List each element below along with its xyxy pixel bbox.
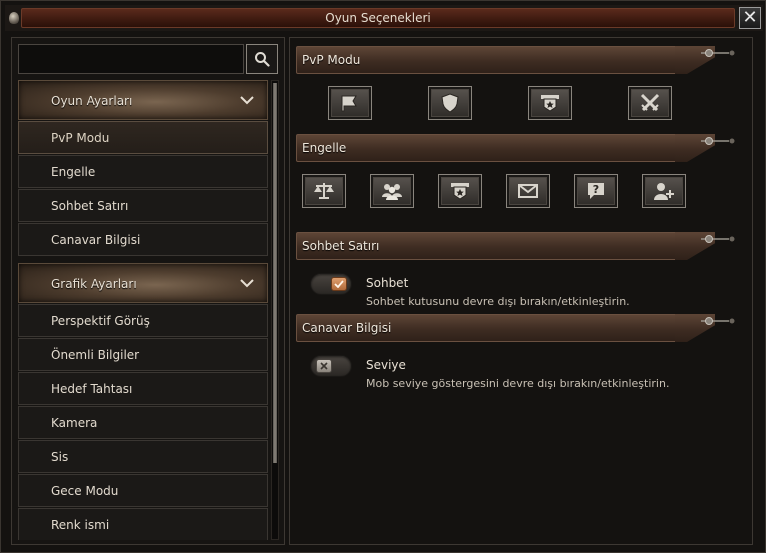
category-label: Grafik Ayarları <box>51 277 137 291</box>
guild-banner-icon <box>541 95 559 112</box>
sidebar-item-label: Gece Modu <box>51 484 119 498</box>
title-strip: Oyun Seçenekleri <box>21 8 735 28</box>
sidebar-item-label: Renk ismi <box>51 518 110 532</box>
chevron-down-icon <box>240 279 254 288</box>
title-gem-icon <box>9 12 19 24</box>
title-bar[interactable]: Oyun Seçenekleri ✕ <box>5 5 763 31</box>
section-title: Sohbet Satırı <box>302 239 380 253</box>
section-header-chat: Sohbet Satırı <box>296 232 736 260</box>
sidebar-item-label: Hedef Tahtası <box>51 382 133 396</box>
category-header-graphics-settings[interactable]: Grafik Ayarları <box>18 263 268 303</box>
block-guild-button[interactable] <box>438 174 482 208</box>
block-trade-button[interactable] <box>302 174 346 208</box>
toggle-knob <box>331 277 347 291</box>
category-label: Oyun Ayarları <box>51 94 133 108</box>
chat-option-title: Sohbet <box>366 276 409 290</box>
pin-icon <box>701 317 735 325</box>
sidebar-item-block[interactable]: Engelle <box>18 155 268 188</box>
check-icon <box>334 280 344 288</box>
monster-option-description: Mob seviye göstergesini devre dışı bırak… <box>366 377 670 390</box>
sidebar-item-target-board[interactable]: Hedef Tahtası <box>18 372 268 405</box>
chat-toggle[interactable] <box>310 273 352 295</box>
section-title: PvP Modu <box>302 53 361 67</box>
sidebar-scrollbar[interactable] <box>271 80 279 540</box>
sidebar-item-chat-line[interactable]: Sohbet Satırı <box>18 189 268 222</box>
section-title: Canavar Bilgisi <box>302 321 392 335</box>
crossed-swords-icon <box>640 93 660 112</box>
group-icon <box>382 184 402 200</box>
window-title: Oyun Seçenekleri <box>325 11 431 25</box>
block-party-button[interactable] <box>370 174 414 208</box>
scrollbar-thumb[interactable] <box>273 83 277 463</box>
block-mail-button[interactable] <box>506 174 550 208</box>
sidebar-item-monster-info[interactable]: Canavar Bilgisi <box>18 223 268 256</box>
block-friend-button[interactable] <box>642 174 686 208</box>
section-header-monster: Canavar Bilgisi <box>296 314 736 342</box>
section-title: Engelle <box>302 141 347 155</box>
shield-icon <box>441 93 459 113</box>
sidebar-item-label: Sohbet Satırı <box>51 199 129 213</box>
options-window: Oyun Seçenekleri ✕ Oyun Ayarları PvP Mod… <box>0 0 766 553</box>
sidebar: Oyun Ayarları PvP Modu Engelle Sohbet Sa… <box>11 37 285 545</box>
pvp-swords-button[interactable] <box>628 86 672 120</box>
search-input[interactable] <box>18 44 244 74</box>
sidebar-item-night-mode[interactable]: Gece Modu <box>18 474 268 507</box>
close-button[interactable]: ✕ <box>739 7 761 29</box>
block-question-button[interactable]: ? <box>574 174 618 208</box>
sidebar-item-label: Sis <box>51 450 69 464</box>
pin-icon <box>701 235 735 243</box>
x-icon <box>320 362 328 370</box>
scales-icon <box>314 183 334 199</box>
options-menu: Oyun Ayarları PvP Modu Engelle Sohbet Sa… <box>18 80 268 540</box>
pin-icon <box>701 49 735 57</box>
pvp-shield-button[interactable] <box>428 86 472 120</box>
pvp-guild-button[interactable] <box>528 86 572 120</box>
sidebar-item-pvp-mode[interactable]: PvP Modu <box>18 121 268 154</box>
sidebar-item-perspective-view[interactable]: Perspektif Görüş <box>18 304 268 337</box>
sidebar-item-label: Önemli Bilgiler <box>51 348 140 362</box>
section-header-bar <box>296 134 676 162</box>
sidebar-item-fog[interactable]: Sis <box>18 440 268 473</box>
sidebar-item-label: Canavar Bilgisi <box>51 233 141 247</box>
sidebar-item-color-name[interactable]: Renk ismi <box>18 508 268 540</box>
mail-icon <box>518 184 538 198</box>
sidebar-item-label: Kamera <box>51 416 98 430</box>
sidebar-item-label: PvP Modu <box>51 131 110 145</box>
sidebar-item-camera[interactable]: Kamera <box>18 406 268 439</box>
question-icon: ? <box>588 183 604 199</box>
flag-icon <box>341 95 357 112</box>
sidebar-item-important-info[interactable]: Önemli Bilgiler <box>18 338 268 371</box>
svg-text:?: ? <box>593 183 599 196</box>
sidebar-item-label: Engelle <box>51 165 96 179</box>
add-friend-icon <box>654 183 674 200</box>
chat-option-description: Sohbet kutusunu devre dışı bırakın/etkin… <box>366 295 630 308</box>
monster-level-toggle[interactable] <box>310 355 352 377</box>
search-button[interactable] <box>246 44 278 74</box>
options-content: PvP Modu Engelle ? Sohbet Satırı Sohbet … <box>289 37 753 545</box>
section-header-block: Engelle <box>296 134 736 162</box>
pvp-flag-button[interactable] <box>328 86 372 120</box>
search-icon <box>255 52 270 67</box>
section-header-pvp: PvP Modu <box>296 46 736 74</box>
chevron-down-icon <box>240 96 254 105</box>
toggle-knob <box>316 359 332 373</box>
category-header-game-settings[interactable]: Oyun Ayarları <box>18 80 268 120</box>
pin-icon <box>701 137 735 145</box>
sidebar-item-label: Perspektif Görüş <box>51 314 150 328</box>
guild-banner-icon <box>451 183 469 200</box>
monster-option-title: Seviye <box>366 358 406 372</box>
